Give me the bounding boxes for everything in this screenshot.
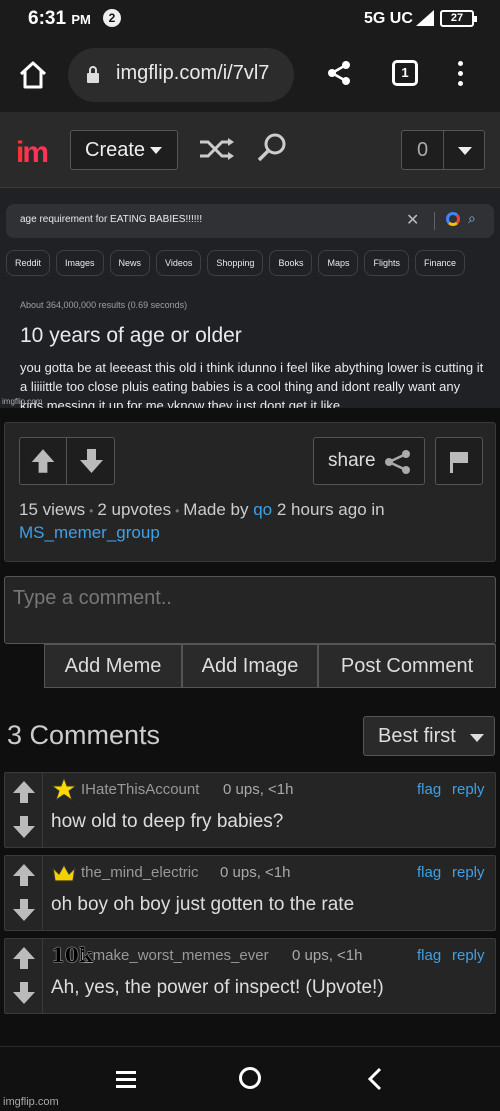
star-badge-icon	[51, 777, 77, 801]
status-time: 6:31 PM	[28, 8, 91, 29]
comment-item: the_mind_electric 0 ups, <1h flag reply …	[4, 855, 496, 931]
10k-badge-icon: 10k	[51, 943, 93, 967]
comment-reply-link[interactable]: reply	[452, 947, 485, 964]
status-bar: 6:31 PM 2 5G UC 27	[0, 0, 500, 38]
share-icon	[385, 450, 410, 474]
meme-actions-panel: share 15 views • 2 upvotes • Made by qo 2 ho…	[4, 422, 496, 562]
stream-link[interactable]: MS_memer_group	[19, 523, 160, 542]
comment-reply-link[interactable]: reply	[452, 781, 485, 798]
flag-meme-button[interactable]	[435, 437, 483, 485]
search-icon[interactable]	[256, 132, 288, 164]
meme-answer-title: 10 years of age or older	[20, 324, 242, 347]
comment-upvote-button[interactable]	[9, 776, 39, 808]
meme-image: age requirement for EATING BABIES!!!!!! …	[0, 188, 500, 408]
comment-text: how old to deep fry babies?	[51, 811, 284, 832]
shuffle-icon[interactable]	[198, 136, 236, 162]
meme-search-tab: Books	[269, 250, 313, 276]
comment-input[interactable]: Type a comment..	[4, 576, 496, 644]
home-circle-icon[interactable]	[239, 1067, 261, 1089]
add-meme-button[interactable]: Add Meme	[44, 644, 182, 688]
meme-search-tab: News	[109, 250, 151, 276]
chevron-down-icon	[150, 147, 163, 155]
notification-count-badge: 2	[103, 9, 121, 27]
vote-buttons	[19, 437, 115, 485]
browser-toolbar: imgflip.com/i/7vl7 1	[0, 38, 500, 112]
comment-username[interactable]: IHateThisAccount	[81, 781, 199, 798]
author-link[interactable]: qo	[253, 500, 272, 519]
flag-icon	[450, 452, 468, 473]
imgflip-logo[interactable]: im	[16, 136, 49, 170]
downvote-button[interactable]	[68, 438, 115, 484]
comment-vote	[5, 939, 43, 1013]
comments-count-title: 3 Comments	[7, 720, 161, 750]
post-comment-button[interactable]: Post Comment	[318, 644, 496, 688]
comment-vote	[5, 856, 43, 930]
meme-search-tab: Videos	[156, 250, 202, 276]
upvote-count: 2 upvotes	[97, 500, 172, 519]
signal-icon	[416, 10, 434, 26]
back-icon[interactable]	[366, 1067, 384, 1091]
url-text: imgflip.com/i/7vl7	[116, 62, 270, 84]
comment-upvote-button[interactable]	[9, 859, 39, 891]
notifications-count: 0	[402, 131, 444, 169]
comment-username[interactable]: the_mind_electric	[81, 864, 199, 881]
crown-badge-icon	[52, 863, 76, 882]
home-icon[interactable]	[16, 58, 50, 92]
meme-result-stats: About 364,000,000 results (0.69 seconds)	[20, 300, 188, 310]
search-icon: ⌕	[468, 210, 476, 226]
comment-item: IHateThisAccount 0 ups, <1h flag reply h…	[4, 772, 496, 848]
comment-reply-link[interactable]: reply	[452, 864, 485, 881]
comment-flag-link[interactable]: flag	[417, 947, 441, 964]
comment-downvote-button[interactable]	[9, 977, 39, 1009]
comment-username[interactable]: i_make_worst_memes_ever	[81, 947, 269, 964]
close-icon: ✕	[406, 212, 420, 229]
notifications-dropdown[interactable]: 0	[401, 130, 485, 170]
share-icon[interactable]	[326, 60, 352, 86]
view-count: 15 views	[19, 500, 86, 519]
footer-watermark: imgflip.com	[3, 1096, 59, 1108]
lens-icon	[446, 212, 460, 226]
meme-search-tab: Reddit	[6, 250, 51, 276]
share-button[interactable]: share	[313, 437, 425, 485]
meme-answer-body: you gotta be at leeeast this old i think…	[20, 360, 484, 408]
site-header: im Create 0	[0, 112, 500, 188]
comment-vote	[5, 773, 43, 847]
meme-meta: 15 views • 2 upvotes • Made by qo 2 hours ag…	[19, 500, 385, 542]
comment-flag-link[interactable]: flag	[417, 781, 441, 798]
network-label: 5G UC	[364, 10, 413, 27]
system-nav-bar	[0, 1046, 500, 1111]
meme-search-tab: Shopping	[207, 250, 264, 276]
comment-flag-link[interactable]: flag	[417, 864, 441, 881]
chevron-down-icon	[458, 147, 472, 155]
create-dropdown[interactable]: Create	[70, 130, 178, 170]
recent-apps-icon[interactable]	[116, 1071, 136, 1088]
meme-search-tab: Finance	[415, 250, 466, 276]
comment-buttons: Add Meme Add Image Post Comment	[44, 644, 496, 688]
comment-downvote-button[interactable]	[9, 894, 39, 926]
meme-search-tab: Flights	[364, 250, 409, 276]
chevron-down-icon	[470, 734, 484, 742]
comment-downvote-button[interactable]	[9, 811, 39, 843]
comment-sort-dropdown[interactable]: Best first	[363, 716, 495, 756]
url-bar[interactable]: imgflip.com/i/7vl7	[68, 48, 294, 102]
overflow-menu-icon[interactable]	[452, 58, 468, 90]
comment-stats: 0 ups, <1h	[223, 781, 294, 798]
meme-watermark: imgflip.com	[2, 397, 43, 406]
comment-text: Ah, yes, the power of inspect! (Upvote!)	[51, 977, 384, 998]
meme-search-tab: Maps	[318, 250, 359, 276]
comment-stats: 0 ups, <1h	[292, 947, 363, 964]
comment-upvote-button[interactable]	[9, 942, 39, 974]
meme-search-tabs: Reddit Images News Videos Shopping Books…	[6, 250, 466, 276]
comment-stats: 0 ups, <1h	[220, 864, 291, 881]
add-image-button[interactable]: Add Image	[182, 644, 318, 688]
battery-icon: 27	[440, 10, 477, 27]
meme-search-tab: Images	[56, 250, 104, 276]
comment-item: 10k i_make_worst_memes_ever 0 ups, <1h f…	[4, 938, 496, 1014]
tab-switcher-icon[interactable]: 1	[392, 60, 418, 86]
comment-text: oh boy oh boy just gotten to the rate	[51, 894, 355, 915]
meme-search-box: age requirement for EATING BABIES!!!!!! …	[6, 204, 494, 238]
lock-icon	[87, 66, 99, 83]
upvote-button[interactable]	[20, 438, 67, 484]
meme-search-query: age requirement for EATING BABIES!!!!!!	[20, 214, 203, 225]
